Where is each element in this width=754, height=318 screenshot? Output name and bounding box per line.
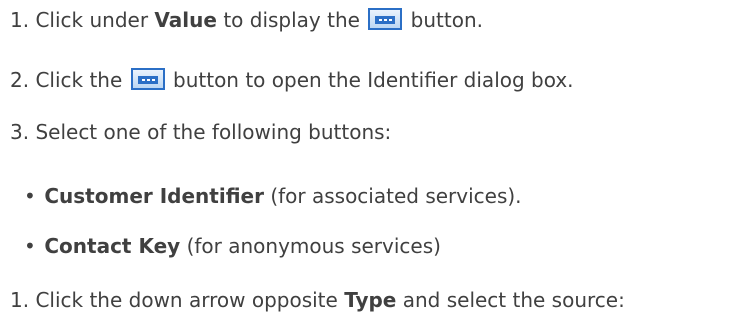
- ellipsis-button-icon: [130, 68, 165, 90]
- step-text: button to open the Identifier dialog box…: [173, 68, 574, 92]
- bullet-bold-term: Customer Identifier: [44, 184, 264, 208]
- step-text: Click the: [35, 68, 123, 92]
- step-3: 3. Select one of the following buttons:: [10, 118, 391, 146]
- bullet-dot-icon: •: [24, 234, 36, 258]
- step-text: and select the source:: [402, 288, 625, 312]
- step-text: Select one of the following buttons:: [35, 120, 392, 144]
- bullet-item: • Contact Key (for anonymous services): [24, 232, 441, 260]
- ellipsis-button-icon: [368, 8, 403, 30]
- step-text: to display the: [223, 8, 360, 32]
- step-1: 1. Click under Value to display the butt…: [10, 6, 483, 34]
- step-number: 1.: [10, 288, 30, 312]
- bullet-text: (for anonymous services): [186, 234, 441, 258]
- bullet-bold-term: Contact Key: [44, 234, 181, 258]
- step-text: Click under: [35, 8, 149, 32]
- bullet-text: (for associated services).: [270, 184, 522, 208]
- step-2: 2. Click the button to open the Identifi…: [10, 66, 574, 94]
- step-text: Click the down arrow opposite: [35, 288, 338, 312]
- bullet-item: • Customer Identifier (for associated se…: [24, 182, 522, 210]
- step-bold-term: Value: [154, 8, 217, 32]
- step-number: 3.: [10, 120, 30, 144]
- bullet-dot-icon: •: [24, 184, 36, 208]
- step-number: 1.: [10, 8, 30, 32]
- step-1-second-list: 1. Click the down arrow opposite Type an…: [10, 286, 625, 314]
- step-bold-term: Type: [344, 288, 397, 312]
- step-number: 2.: [10, 68, 30, 92]
- step-text: button.: [410, 8, 483, 32]
